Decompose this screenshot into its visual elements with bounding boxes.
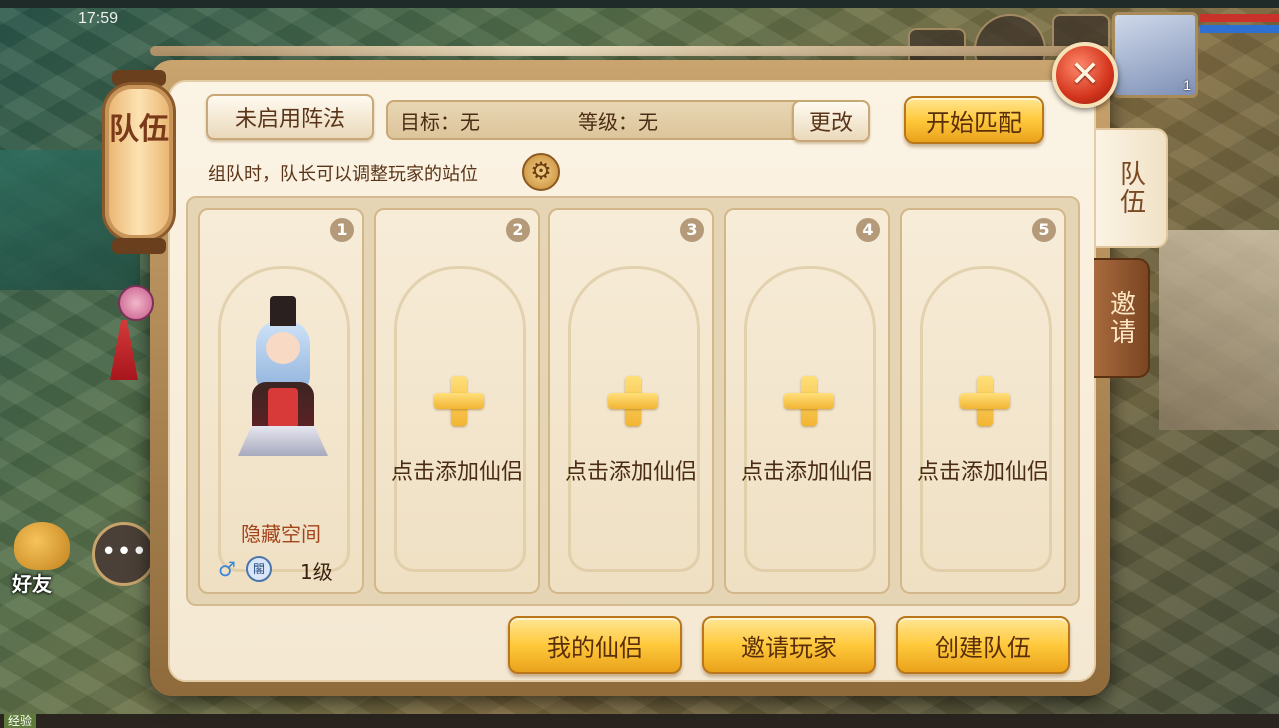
slot-number-badge: 5 [1032,218,1056,242]
male-gender-icon: ♂ [218,557,236,581]
character-sash [268,388,298,428]
panel-top-ornament [150,46,1110,56]
my-partner-button[interactable]: 我的仙侣 [508,616,682,674]
slot-number-badge: 1 [330,218,354,242]
tassel-ornament-icon [118,285,154,321]
change-target-button[interactable]: 更改 [792,100,870,142]
start-matching-button[interactable]: 开始匹配 [904,96,1044,144]
character-robe [238,426,328,456]
formation-button[interactable]: 未启用阵法 [206,94,374,140]
team-slot-2[interactable]: 2 点击添加仙侣 [374,208,540,594]
hp-mp-bars [1200,14,1279,36]
add-plus-icon [434,376,484,426]
position-settings-button[interactable]: ⚙ [522,153,560,191]
panel-title: 队伍 [109,112,169,147]
team-slot-5[interactable]: 5 点击添加仙侣 [900,208,1066,594]
character-face [266,332,300,364]
gear-icon: ⚙ [530,157,552,185]
close-button[interactable]: ✕ [1052,42,1118,108]
character-sprite [238,296,328,466]
level-requirement-label: 等级：无 [578,110,658,134]
friends-button[interactable]: 好友 [8,520,80,600]
friends-label: 好友 [12,572,52,596]
chat-button[interactable]: ••• [92,522,156,586]
team-slot-1[interactable]: 1 隐藏空间 ♂ 閣 1级 [198,208,364,594]
team-slot-3[interactable]: 3 点击添加仙侣 [548,208,714,594]
hp-bar [1200,14,1279,22]
add-plus-icon [608,376,658,426]
sect-emblem-icon: 閣 [246,556,272,582]
experience-bar: 经验 [0,714,1279,728]
slot-number-badge: 4 [856,218,880,242]
player-level: 1 [1183,77,1191,93]
clock-text: 17:59 [78,10,119,27]
add-plus-icon [784,376,834,426]
member-level: 1级 [300,560,333,584]
player-avatar[interactable]: 1 [1112,12,1198,98]
lantern-base [112,238,166,254]
chat-bubble-icon: ••• [100,537,147,567]
position-hint-text: 组队时，队长可以调整玩家的站位 [208,164,478,185]
character-hat [270,296,296,326]
mp-bar [1200,25,1279,33]
add-plus-icon [960,376,1010,426]
team-slot-4[interactable]: 4 点击添加仙侣 [724,208,890,594]
member-name: 隐藏空间 [241,522,321,546]
lantern-title-icon [102,82,176,242]
add-partner-label: 点击添加仙侣 [916,460,1049,485]
create-team-button[interactable]: 创建队伍 [896,616,1070,674]
tab-team[interactable]: 队伍 [1096,128,1168,248]
invite-player-button[interactable]: 邀请玩家 [702,616,876,674]
close-icon: ✕ [1069,54,1101,95]
building-wall [1159,230,1279,430]
slot-number-badge: 2 [506,218,530,242]
status-bar [0,0,1279,8]
friends-icon [14,522,70,570]
slot-number-badge: 3 [680,218,704,242]
tab-invite[interactable]: 邀请 [1094,258,1150,378]
target-label: 目标：无 [400,110,480,134]
add-partner-label: 点击添加仙侣 [564,460,697,485]
add-partner-label: 点击添加仙侣 [740,460,873,485]
add-partner-label: 点击添加仙侣 [390,460,523,485]
experience-label: 经验 [4,714,37,728]
